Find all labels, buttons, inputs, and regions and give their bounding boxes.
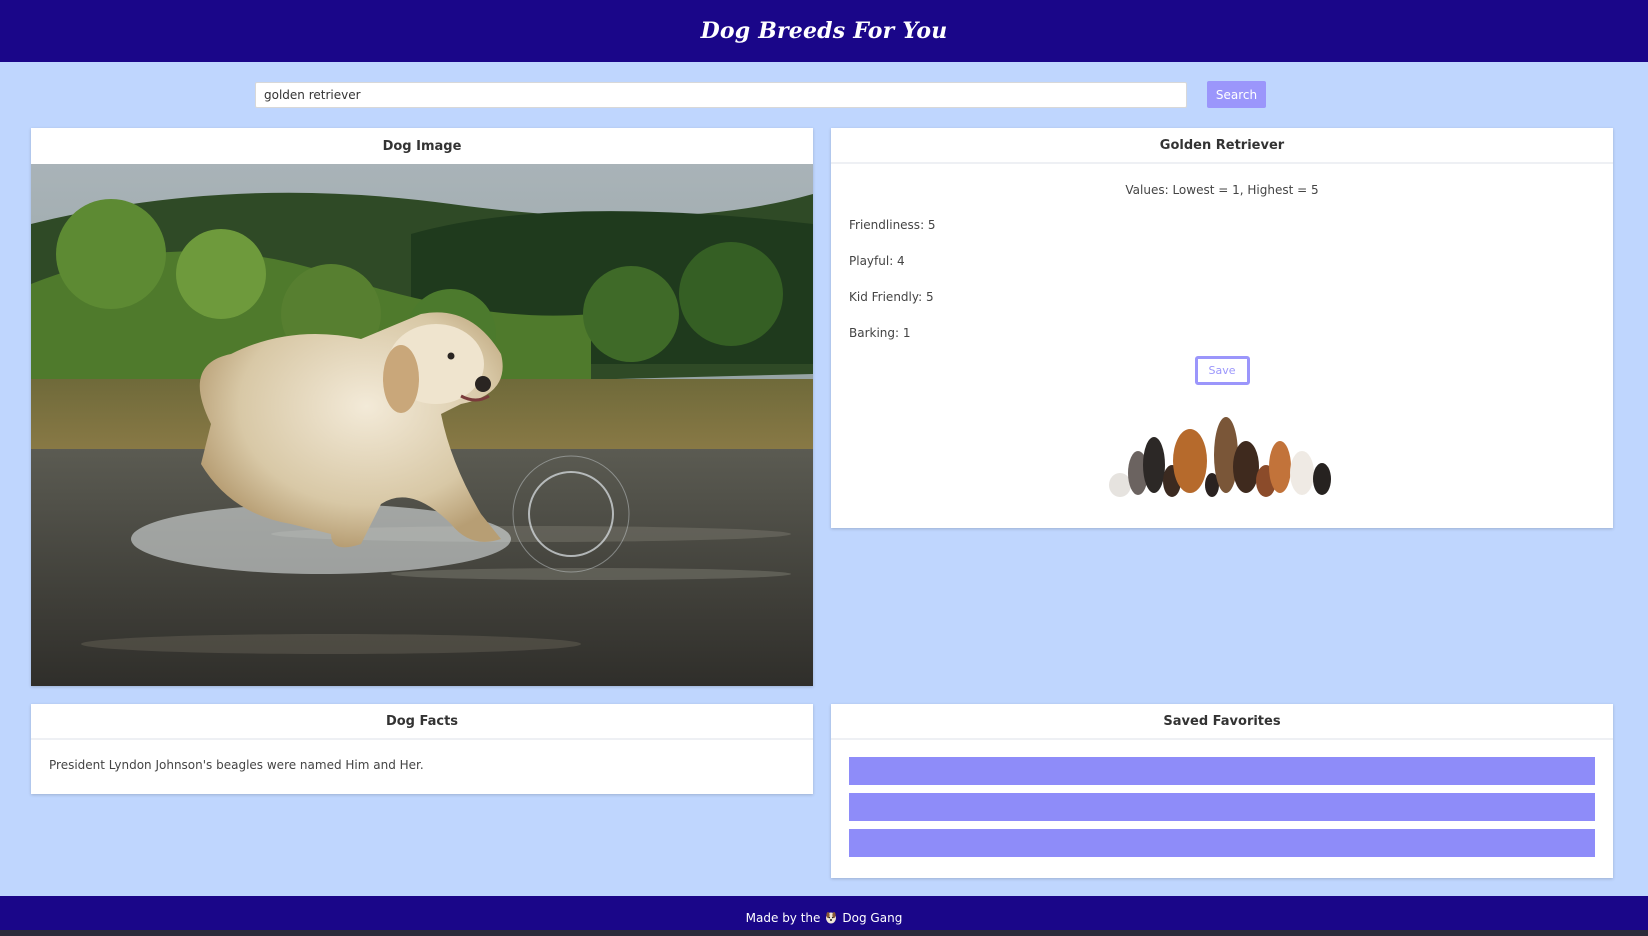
- favorite-item[interactable]: [849, 829, 1595, 857]
- dog-facts-card: Dog Facts President Lyndon Johnson's bea…: [31, 704, 813, 794]
- favorites-list: [831, 740, 1613, 857]
- values-scale-note: Values: Lowest = 1, Highest = 5: [1125, 183, 1319, 197]
- dog-photo: [31, 164, 813, 686]
- dog-image-card-title: Dog Image: [382, 138, 462, 154]
- saved-favorites-card: Saved Favorites: [831, 704, 1613, 878]
- page-title: Dog Breeds For You: [700, 18, 948, 44]
- favorite-item[interactable]: [849, 793, 1595, 821]
- dog-icon: [825, 911, 837, 927]
- footer-text-before: Made by the: [745, 911, 821, 925]
- dog-fact-text: President Lyndon Johnson's beagles were …: [49, 758, 424, 772]
- stat-friendliness: Friendliness: 5: [849, 218, 936, 232]
- favorite-item[interactable]: [849, 757, 1595, 785]
- saved-favorites-title: Saved Favorites: [831, 704, 1613, 740]
- stat-kid-friendly: Kid Friendly: 5: [849, 290, 934, 304]
- footer-text-after: Dog Gang: [842, 911, 903, 925]
- stat-barking: Barking: 1: [849, 326, 911, 340]
- search-button[interactable]: Search: [1207, 81, 1266, 108]
- search-bar: Search: [255, 81, 1266, 108]
- save-button[interactable]: Save: [1194, 356, 1250, 385]
- breed-info-card: Golden Retriever Values: Lowest = 1, Hig…: [831, 128, 1613, 528]
- search-input[interactable]: [255, 81, 1187, 108]
- breed-stats: Friendliness: 5 Playful: 4 Kid Friendly:…: [831, 207, 1613, 351]
- dog-facts-title: Dog Facts: [31, 704, 813, 740]
- dog-group-image: [1109, 417, 1331, 497]
- stat-playful: Playful: 4: [849, 254, 905, 268]
- top-banner: Dog Breeds For You: [0, 0, 1648, 62]
- taskbar-strip: [0, 930, 1648, 936]
- breed-name: Golden Retriever: [831, 128, 1613, 164]
- dog-image-card: Dog Image: [31, 128, 813, 686]
